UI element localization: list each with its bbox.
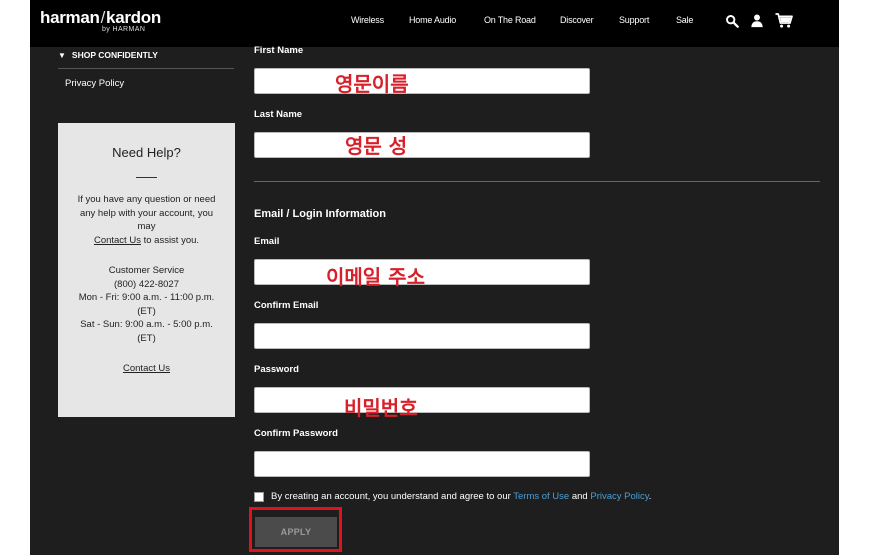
help-title: Need Help?: [112, 145, 181, 160]
cs-hours-weekend: Sat - Sun: 9:00 a.m. - 5:00 p.m.: [80, 319, 213, 331]
first-name-field[interactable]: [254, 68, 590, 94]
password-field[interactable]: [254, 387, 590, 413]
top-navigation-bar: harman/kardon by HARMAN Wireless Home Au…: [30, 0, 839, 47]
confirm-password-field[interactable]: [254, 451, 590, 477]
last-name-input[interactable]: [255, 133, 589, 157]
confirm-email-label: Confirm Email: [254, 300, 319, 311]
nav-item-discover[interactable]: Discover: [560, 15, 594, 25]
password-input[interactable]: [255, 388, 589, 412]
last-name-label: Last Name: [254, 109, 303, 120]
email-input[interactable]: [255, 260, 589, 284]
section-divider: [254, 181, 820, 182]
help-description: If you have any question or need any hel…: [77, 194, 216, 246]
help-divider: [136, 177, 157, 178]
terms-checkbox[interactable]: [254, 492, 264, 502]
confirm-email-field[interactable]: [254, 323, 590, 349]
search-icon[interactable]: [725, 14, 739, 28]
email-label: Email: [254, 236, 280, 247]
shop-confidently-toggle[interactable]: ▼ SHOP CONFIDENTLY: [58, 50, 158, 60]
email-login-section-title: Email / Login Information: [254, 208, 386, 220]
cs-title: Customer Service: [108, 265, 185, 276]
cs-hours-weekday: Mon - Fri: 9:00 a.m. - 11:00 p.m.: [78, 292, 215, 304]
apply-button[interactable]: APPLY: [255, 517, 337, 547]
help-contact-us-link[interactable]: Contact Us: [94, 235, 141, 246]
logo-subtitle: by HARMAN: [102, 26, 146, 33]
nav-item-wireless[interactable]: Wireless: [351, 15, 384, 25]
last-name-field[interactable]: [254, 132, 590, 158]
cart-icon[interactable]: [775, 12, 793, 29]
terms-of-use-link[interactable]: Terms of Use: [513, 491, 569, 502]
caret-down-icon: ▼: [58, 51, 66, 60]
confirm-email-input[interactable]: [255, 324, 589, 348]
email-field[interactable]: [254, 259, 590, 285]
first-name-input[interactable]: [255, 69, 589, 93]
confirm-password-input[interactable]: [255, 452, 589, 476]
sidebar-divider: [58, 68, 234, 69]
nav-item-on-the-road[interactable]: On The Road: [484, 15, 536, 25]
page-frame: harman/kardon by HARMAN Wireless Home Au…: [30, 0, 839, 555]
main-nav: Wireless Home Audio On The Road Discover…: [30, 15, 839, 27]
nav-item-home-audio[interactable]: Home Audio: [409, 15, 456, 25]
need-help-panel: Need Help? If you have any question or n…: [58, 123, 235, 417]
password-label: Password: [254, 364, 299, 375]
first-name-label: First Name: [254, 45, 304, 56]
sidebar-privacy-policy-link[interactable]: Privacy Policy: [65, 78, 124, 89]
confirm-password-label: Confirm Password: [254, 428, 338, 439]
cs-phone: (800) 422-8027: [114, 278, 179, 290]
contact-us-link[interactable]: Contact Us: [123, 363, 170, 374]
nav-item-sale[interactable]: Sale: [676, 15, 693, 25]
nav-item-support[interactable]: Support: [619, 15, 649, 25]
user-icon[interactable]: [750, 13, 764, 28]
customer-service-info: Customer Service (800) 422-8027 Mon - Fr…: [58, 264, 235, 346]
terms-agreement-text: By creating an account, you understand a…: [271, 491, 652, 502]
privacy-policy-link[interactable]: Privacy Policy: [590, 491, 648, 502]
